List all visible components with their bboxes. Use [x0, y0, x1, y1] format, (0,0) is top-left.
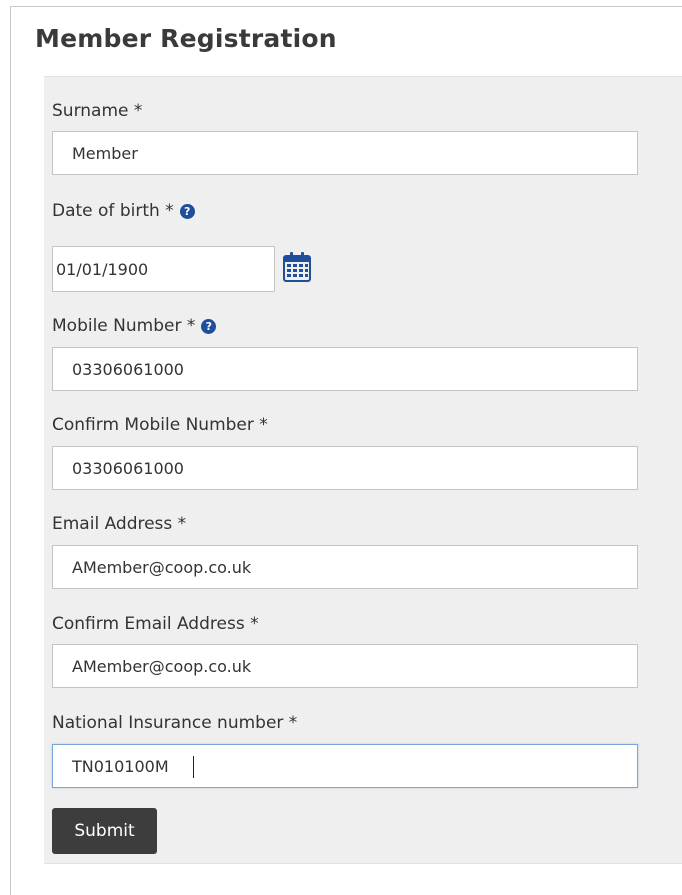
- confirm-email-address-label-text: Confirm Email Address *: [52, 614, 259, 634]
- national-insurance-number-label-text: National Insurance number *: [52, 713, 298, 733]
- email-address-input[interactable]: [52, 545, 638, 589]
- mobile-number-label-text: Mobile Number *: [52, 316, 196, 336]
- confirm-mobile-number-label-text: Confirm Mobile Number *: [52, 415, 268, 435]
- date-of-birth-label-text: Date of birth *: [52, 201, 174, 221]
- text-cursor: [193, 756, 194, 778]
- calendar-icon: [283, 252, 311, 282]
- date-of-birth-help-icon[interactable]: ?: [179, 203, 195, 219]
- mobile-number-input[interactable]: [52, 347, 638, 391]
- mobile-number-label: Mobile Number * ?: [52, 316, 217, 336]
- confirm-mobile-number-input[interactable]: [52, 446, 638, 490]
- surname-label: Surname *: [52, 101, 142, 121]
- surname-input[interactable]: [52, 131, 638, 175]
- date-of-birth-input[interactable]: [52, 246, 275, 292]
- confirm-email-address-input[interactable]: [52, 644, 638, 688]
- national-insurance-number-input[interactable]: [52, 744, 638, 788]
- submit-button[interactable]: Submit: [52, 808, 157, 854]
- confirm-mobile-number-label: Confirm Mobile Number *: [52, 415, 268, 435]
- calendar-button[interactable]: [282, 251, 312, 283]
- page-title: Member Registration: [35, 24, 337, 53]
- confirm-email-address-label: Confirm Email Address *: [52, 614, 259, 634]
- email-address-label: Email Address *: [52, 514, 186, 534]
- email-address-label-text: Email Address *: [52, 514, 187, 534]
- surname-label-text: Surname *: [52, 101, 143, 121]
- mobile-number-help-icon[interactable]: ?: [201, 318, 217, 334]
- national-insurance-number-label: National Insurance number *: [52, 713, 297, 733]
- date-of-birth-label: Date of birth * ?: [52, 201, 195, 221]
